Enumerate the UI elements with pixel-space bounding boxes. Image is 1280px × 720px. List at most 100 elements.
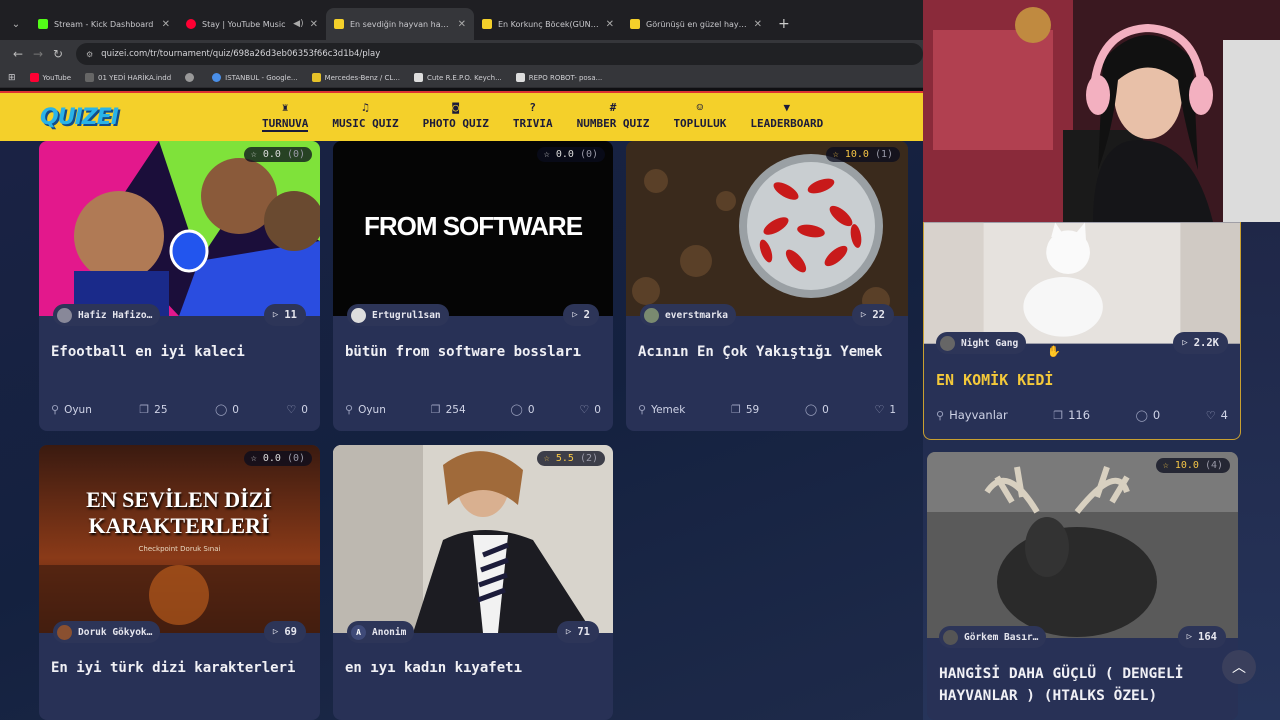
author-chip[interactable]: Hafiz Hafizo… xyxy=(53,304,161,326)
images-icon: ❐ xyxy=(730,403,741,416)
s-icon xyxy=(311,73,321,82)
quiz-card-aci-yemek[interactable]: ☆ 10.0 (1) everstmarka ▷ 22 Acının En Çok… xyxy=(626,141,908,431)
forward-icon[interactable]: → xyxy=(28,47,48,61)
quiz-thumbnail xyxy=(626,141,908,316)
avatar xyxy=(351,307,366,323)
bookmark-globe[interactable] xyxy=(185,73,198,82)
thumbnail-text: EN SEVİLEN DİZİ KARAKTERLERİ xyxy=(86,487,272,538)
bookmark-youtube[interactable]: YouTube xyxy=(29,73,71,82)
quiz-card-daha-guclu[interactable]: ☆ 10.0 (4) Görkem Basır… ▷ 164 HANGİSİ DA… xyxy=(927,452,1238,720)
author-chip[interactable]: everstmarka xyxy=(640,304,736,326)
comment-count: ◯ 0 xyxy=(510,403,535,416)
like-count[interactable]: ♡ 0 xyxy=(579,403,601,416)
nav-topluluk[interactable]: ☺ TOPLULUK xyxy=(673,99,726,132)
play-icon: ▷ xyxy=(572,310,578,320)
question-icon: ? xyxy=(529,101,537,114)
nav-turnuva[interactable]: ♜ TURNUVA xyxy=(262,99,309,132)
bookmark-mercedes[interactable]: Mercedes-Benz / CL... xyxy=(311,73,400,82)
bookmark-repo-robot[interactable]: REPO ROBOT- posa... xyxy=(515,73,602,82)
tag-icon: ⚲ xyxy=(936,408,945,422)
bookmark-istanbul[interactable]: ISTANBUL - Google... xyxy=(212,73,298,82)
back-icon[interactable]: ← xyxy=(8,47,28,61)
tab-quizei-bocek[interactable]: En Korkunç Böcek(GÜNCELLEN ✕ xyxy=(474,8,622,40)
author-chip[interactable]: A Anonim xyxy=(347,621,415,643)
nav-number-quiz[interactable]: # NUMBER QUIZ xyxy=(577,99,650,132)
site-header: QUIZEI ♜ TURNUVA ♫ MUSIC QUIZ ◙ PHOTO QUIZ … xyxy=(0,91,923,141)
tab-title: En Korkunç Böcek(GÜNCELLEN xyxy=(498,19,600,29)
close-icon[interactable]: ✕ xyxy=(754,19,762,30)
tab-kick[interactable]: Stream - Kick Dashboard ✕ xyxy=(30,8,178,40)
quiz-title[interactable]: EN KOMİK KEDİ xyxy=(936,369,1228,391)
item-count: ❐ 59 xyxy=(730,403,760,416)
heart-icon: ♡ xyxy=(286,403,297,416)
quiz-card-efootball[interactable]: ☆ 0.0 (0) Hafiz Hafizo… ▷ 11 Efootball en… xyxy=(39,141,320,431)
like-count[interactable]: ♡ 1 xyxy=(874,403,896,416)
quiz-title[interactable]: bütün from software bossları xyxy=(345,341,601,363)
like-count[interactable]: ♡ 4 xyxy=(1206,408,1228,422)
star-icon: ☆ xyxy=(250,453,257,464)
nav-trivia[interactable]: ? TRIVIA xyxy=(513,99,553,132)
mouse-cursor-icon: ✋ xyxy=(1047,345,1061,358)
author-chip[interactable]: Night Gang xyxy=(936,332,1027,354)
rating-badge: ☆ 10.0 (4) xyxy=(1155,458,1230,473)
close-icon[interactable]: ✕ xyxy=(606,19,614,30)
quiz-title[interactable]: En iyi türk dizi karakterleri xyxy=(51,657,308,679)
music-icon: ♫ xyxy=(362,101,369,114)
url-field[interactable]: ⚙ quizei.com/tr/tournament/quiz/698a26d3… xyxy=(76,43,923,65)
tag-icon: ⚲ xyxy=(51,403,60,416)
play-icon: ▷ xyxy=(565,627,572,637)
quiz-title[interactable]: Efootball en iyi kaleci xyxy=(51,341,308,363)
quiz-card-from-software[interactable]: FROM SOFTWARE ☆ 0.0 (0) Ertugrul1san ▷ 2 … xyxy=(333,141,613,431)
tab-search-icon[interactable]: ⌄ xyxy=(6,10,26,38)
scroll-to-top-button[interactable]: ︿ xyxy=(1222,650,1256,684)
comment-icon: ◯ xyxy=(1135,408,1148,422)
medal-icon: ▼ xyxy=(783,101,791,114)
nav-leaderboard[interactable]: ▼ LEADERBOARD xyxy=(750,99,823,132)
quiz-thumbnail xyxy=(333,445,613,633)
avatar xyxy=(57,624,72,640)
quiz-title[interactable]: HANGİSİ DAHA GÜÇLÜ ( DENGELİ HAYVANLAR )… xyxy=(939,663,1226,707)
google-icon xyxy=(212,73,222,82)
like-count[interactable]: ♡ 0 xyxy=(286,403,308,416)
quiz-card-kadin-kiyafet[interactable]: ☆ 5.5 (2) A Anonim ▷ 71 en ıyı kadın kıyaf… xyxy=(333,445,613,720)
author-chip[interactable]: Görkem Basır… xyxy=(939,626,1047,648)
star-icon: ☆ xyxy=(832,149,839,160)
quiz-card-dizi-karakterleri[interactable]: EN SEVİLEN DİZİ KARAKTERLERİ Checkpoint … xyxy=(39,445,320,720)
category: ⚲ Oyun xyxy=(51,403,92,416)
quiz-title[interactable]: Acının En Çok Yakıştığı Yemek xyxy=(638,341,896,363)
new-tab-icon[interactable]: + xyxy=(778,16,790,32)
tab-title: Görünüşü en güzel hayvan - Tu xyxy=(646,19,748,29)
nav-photo-quiz[interactable]: ◙ PHOTO QUIZ xyxy=(423,99,489,132)
kick-icon xyxy=(38,19,48,29)
close-icon[interactable]: ✕ xyxy=(162,19,170,30)
close-icon[interactable]: ✕ xyxy=(310,19,318,30)
comment-count: ◯ 0 xyxy=(804,403,829,416)
tab-quizei-hayvan[interactable]: Görünüşü en güzel hayvan - Tu ✕ xyxy=(622,8,770,40)
rating-badge: ☆ 10.0 (1) xyxy=(825,147,900,162)
apps-icon[interactable]: ⊞ xyxy=(8,73,16,83)
speaker-icon[interactable]: ◀) xyxy=(293,19,303,29)
rating-badge: ☆ 0.0 (0) xyxy=(536,147,605,162)
play-count: ▷ 2 xyxy=(563,304,599,326)
nav-music-quiz[interactable]: ♫ MUSIC QUIZ xyxy=(332,99,398,132)
reload-icon[interactable]: ↻ xyxy=(48,47,68,61)
bookmark-repo-keychain[interactable]: Cute R.E.P.O. Keych... xyxy=(413,73,502,82)
site-info-icon[interactable]: ⚙ xyxy=(86,50,93,59)
author-chip[interactable]: Ertugrul1san xyxy=(347,304,449,326)
quiz-title[interactable]: en ıyı kadın kıyafetı xyxy=(345,657,601,679)
tab-youtube-music[interactable]: Stay | YouTube Music ◀) ✕ xyxy=(178,8,326,40)
tag-icon: ⚲ xyxy=(638,403,647,416)
globe-icon xyxy=(185,73,195,82)
close-icon[interactable]: ✕ xyxy=(458,19,466,30)
rating-badge: ☆ 0.0 (0) xyxy=(243,147,312,162)
tag-icon: ⚲ xyxy=(345,403,354,416)
quizei-logo[interactable]: QUIZEI xyxy=(40,105,119,130)
star-icon: ☆ xyxy=(1162,460,1169,471)
quiz-card-komik-kedi[interactable]: Night Gang ▷ 2.2K EN KOMİK KEDİ ⚲ Hayvanla… xyxy=(923,222,1241,440)
tab-quizei-active[interactable]: En sevdiğin hayvan hangisi ? - ✕ xyxy=(326,8,474,40)
bookmark-indd[interactable]: 01 YEDİ HARİKA.indd xyxy=(85,73,171,82)
tab-title: En sevdiğin hayvan hangisi ? - xyxy=(350,19,452,29)
quizei-icon xyxy=(482,19,492,29)
author-chip[interactable]: Doruk Gökyok… xyxy=(53,621,161,643)
tab-title: Stream - Kick Dashboard xyxy=(54,19,154,29)
